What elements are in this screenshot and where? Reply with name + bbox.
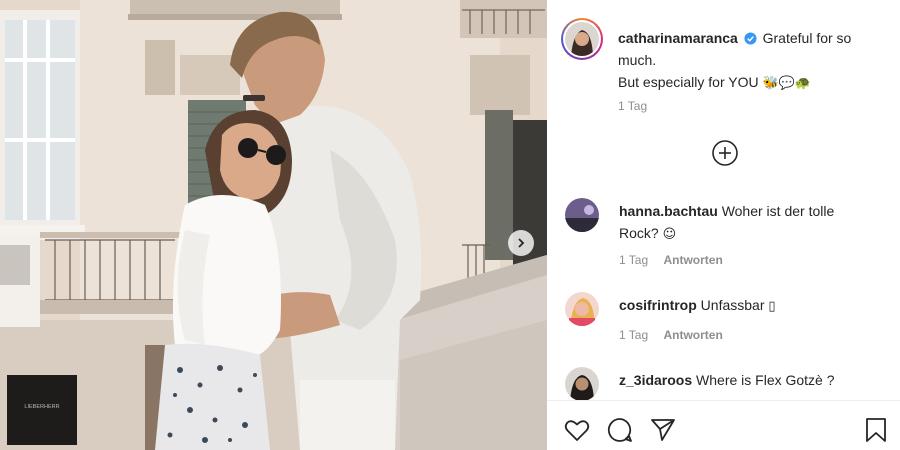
caption-emojis: 🐝💬🐢 bbox=[762, 76, 812, 91]
author-avatar[interactable] bbox=[561, 18, 603, 60]
comment-text: Unfassbar bbox=[700, 297, 765, 313]
comment-emoji: ▯ bbox=[768, 299, 776, 314]
plus-circle-icon[interactable] bbox=[711, 139, 739, 167]
comment-emoji: ☺ bbox=[662, 227, 677, 242]
commenter-avatar[interactable] bbox=[565, 367, 599, 401]
shop-sign-text: LIEBERHERR bbox=[24, 404, 59, 410]
commenter-avatar-image bbox=[565, 292, 599, 326]
chevron-right-icon bbox=[518, 238, 525, 248]
reply-button[interactable]: Antworten bbox=[663, 328, 722, 342]
paper-plane-icon[interactable] bbox=[649, 416, 677, 444]
commenter-username[interactable]: hanna.bachtau bbox=[619, 203, 718, 219]
next-photo-button[interactable] bbox=[508, 230, 534, 256]
author-avatar-image bbox=[565, 22, 599, 56]
reply-button[interactable]: Antworten bbox=[663, 253, 722, 267]
comment-timestamp: 1 Tag bbox=[619, 328, 649, 342]
commenter-avatar[interactable] bbox=[565, 198, 599, 232]
commenter-avatar-image bbox=[565, 367, 599, 401]
post-photo: LIEBERHERR bbox=[0, 0, 547, 450]
commenter-avatar[interactable] bbox=[565, 292, 599, 326]
post-caption: catharinamaranca Grateful for so much. B… bbox=[618, 27, 888, 95]
author-username[interactable]: catharinamaranca bbox=[618, 30, 738, 46]
comment-timestamp: 1 Tag bbox=[619, 253, 649, 267]
comment-item: z_3idaroos Where is Flex Gotzè ? bbox=[565, 367, 895, 401]
verified-badge-icon bbox=[744, 32, 757, 45]
caption-text-line2: But especially for YOU bbox=[618, 74, 759, 90]
comment-icon[interactable] bbox=[606, 416, 634, 444]
post-timestamp: 1 Tag bbox=[618, 99, 648, 113]
bookmark-icon[interactable] bbox=[862, 416, 890, 444]
photo-illustration: LIEBERHERR bbox=[0, 0, 547, 450]
heart-icon[interactable] bbox=[563, 416, 591, 444]
comment-item: hanna.bachtau Woher ist der tolle Rock? … bbox=[565, 198, 895, 278]
comment-text: Where is Flex Gotzè ? bbox=[696, 372, 835, 388]
commenter-avatar-image bbox=[565, 198, 599, 232]
post-sidebar: catharinamaranca Grateful for so much. B… bbox=[547, 0, 900, 450]
comment-item: cosifrintrop Unfassbar ▯ 1 Tag Antworten bbox=[565, 292, 895, 352]
commenter-username[interactable]: cosifrintrop bbox=[619, 297, 697, 313]
commenter-username[interactable]: z_3idaroos bbox=[619, 372, 692, 388]
post-action-bar bbox=[547, 400, 900, 450]
